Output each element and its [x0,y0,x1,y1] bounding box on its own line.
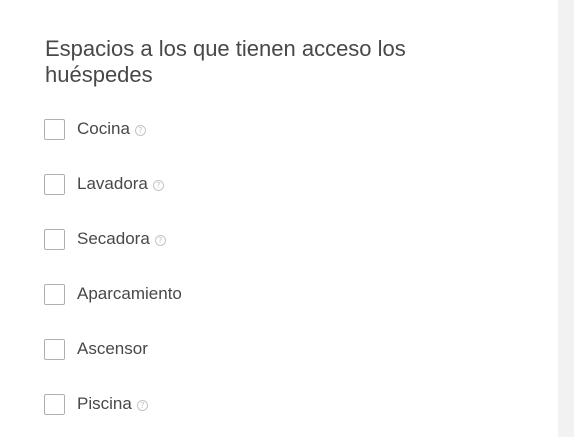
amenity-label: Piscina [77,394,132,413]
right-side-panel [558,0,574,437]
amenity-label: Lavadora [77,174,148,193]
help-circle-icon[interactable]: ? [134,124,146,136]
help-circle-icon[interactable]: ? [136,399,148,411]
amenity-label: Cocina [77,119,130,138]
checkbox-lavadora[interactable] [44,173,65,195]
amenity-secadora[interactable]: Secadora ? [44,228,166,250]
checkbox-piscina[interactable] [44,393,65,415]
help-circle-icon[interactable]: ? [154,234,166,246]
checkbox-secadora[interactable] [44,228,65,250]
amenity-label: Secadora [77,229,150,248]
checkbox-cocina[interactable] [44,118,65,140]
amenity-ascensor[interactable]: Ascensor [44,338,148,360]
amenity-lavadora[interactable]: Lavadora ? [44,173,164,195]
section-title: Espacios a los que tienen acceso los hué… [45,36,406,87]
amenity-label: Aparcamiento [77,284,182,303]
checkbox-aparcamiento[interactable] [44,283,65,305]
amenity-label: Ascensor [77,339,148,358]
amenity-aparcamiento[interactable]: Aparcamiento [44,283,182,305]
amenity-piscina[interactable]: Piscina ? [44,393,148,415]
amenity-cocina[interactable]: Cocina ? [44,118,146,140]
checkbox-ascensor[interactable] [44,338,65,360]
guest-spaces-panel: Espacios a los que tienen acceso los hué… [0,0,558,437]
help-circle-icon[interactable]: ? [152,179,164,191]
